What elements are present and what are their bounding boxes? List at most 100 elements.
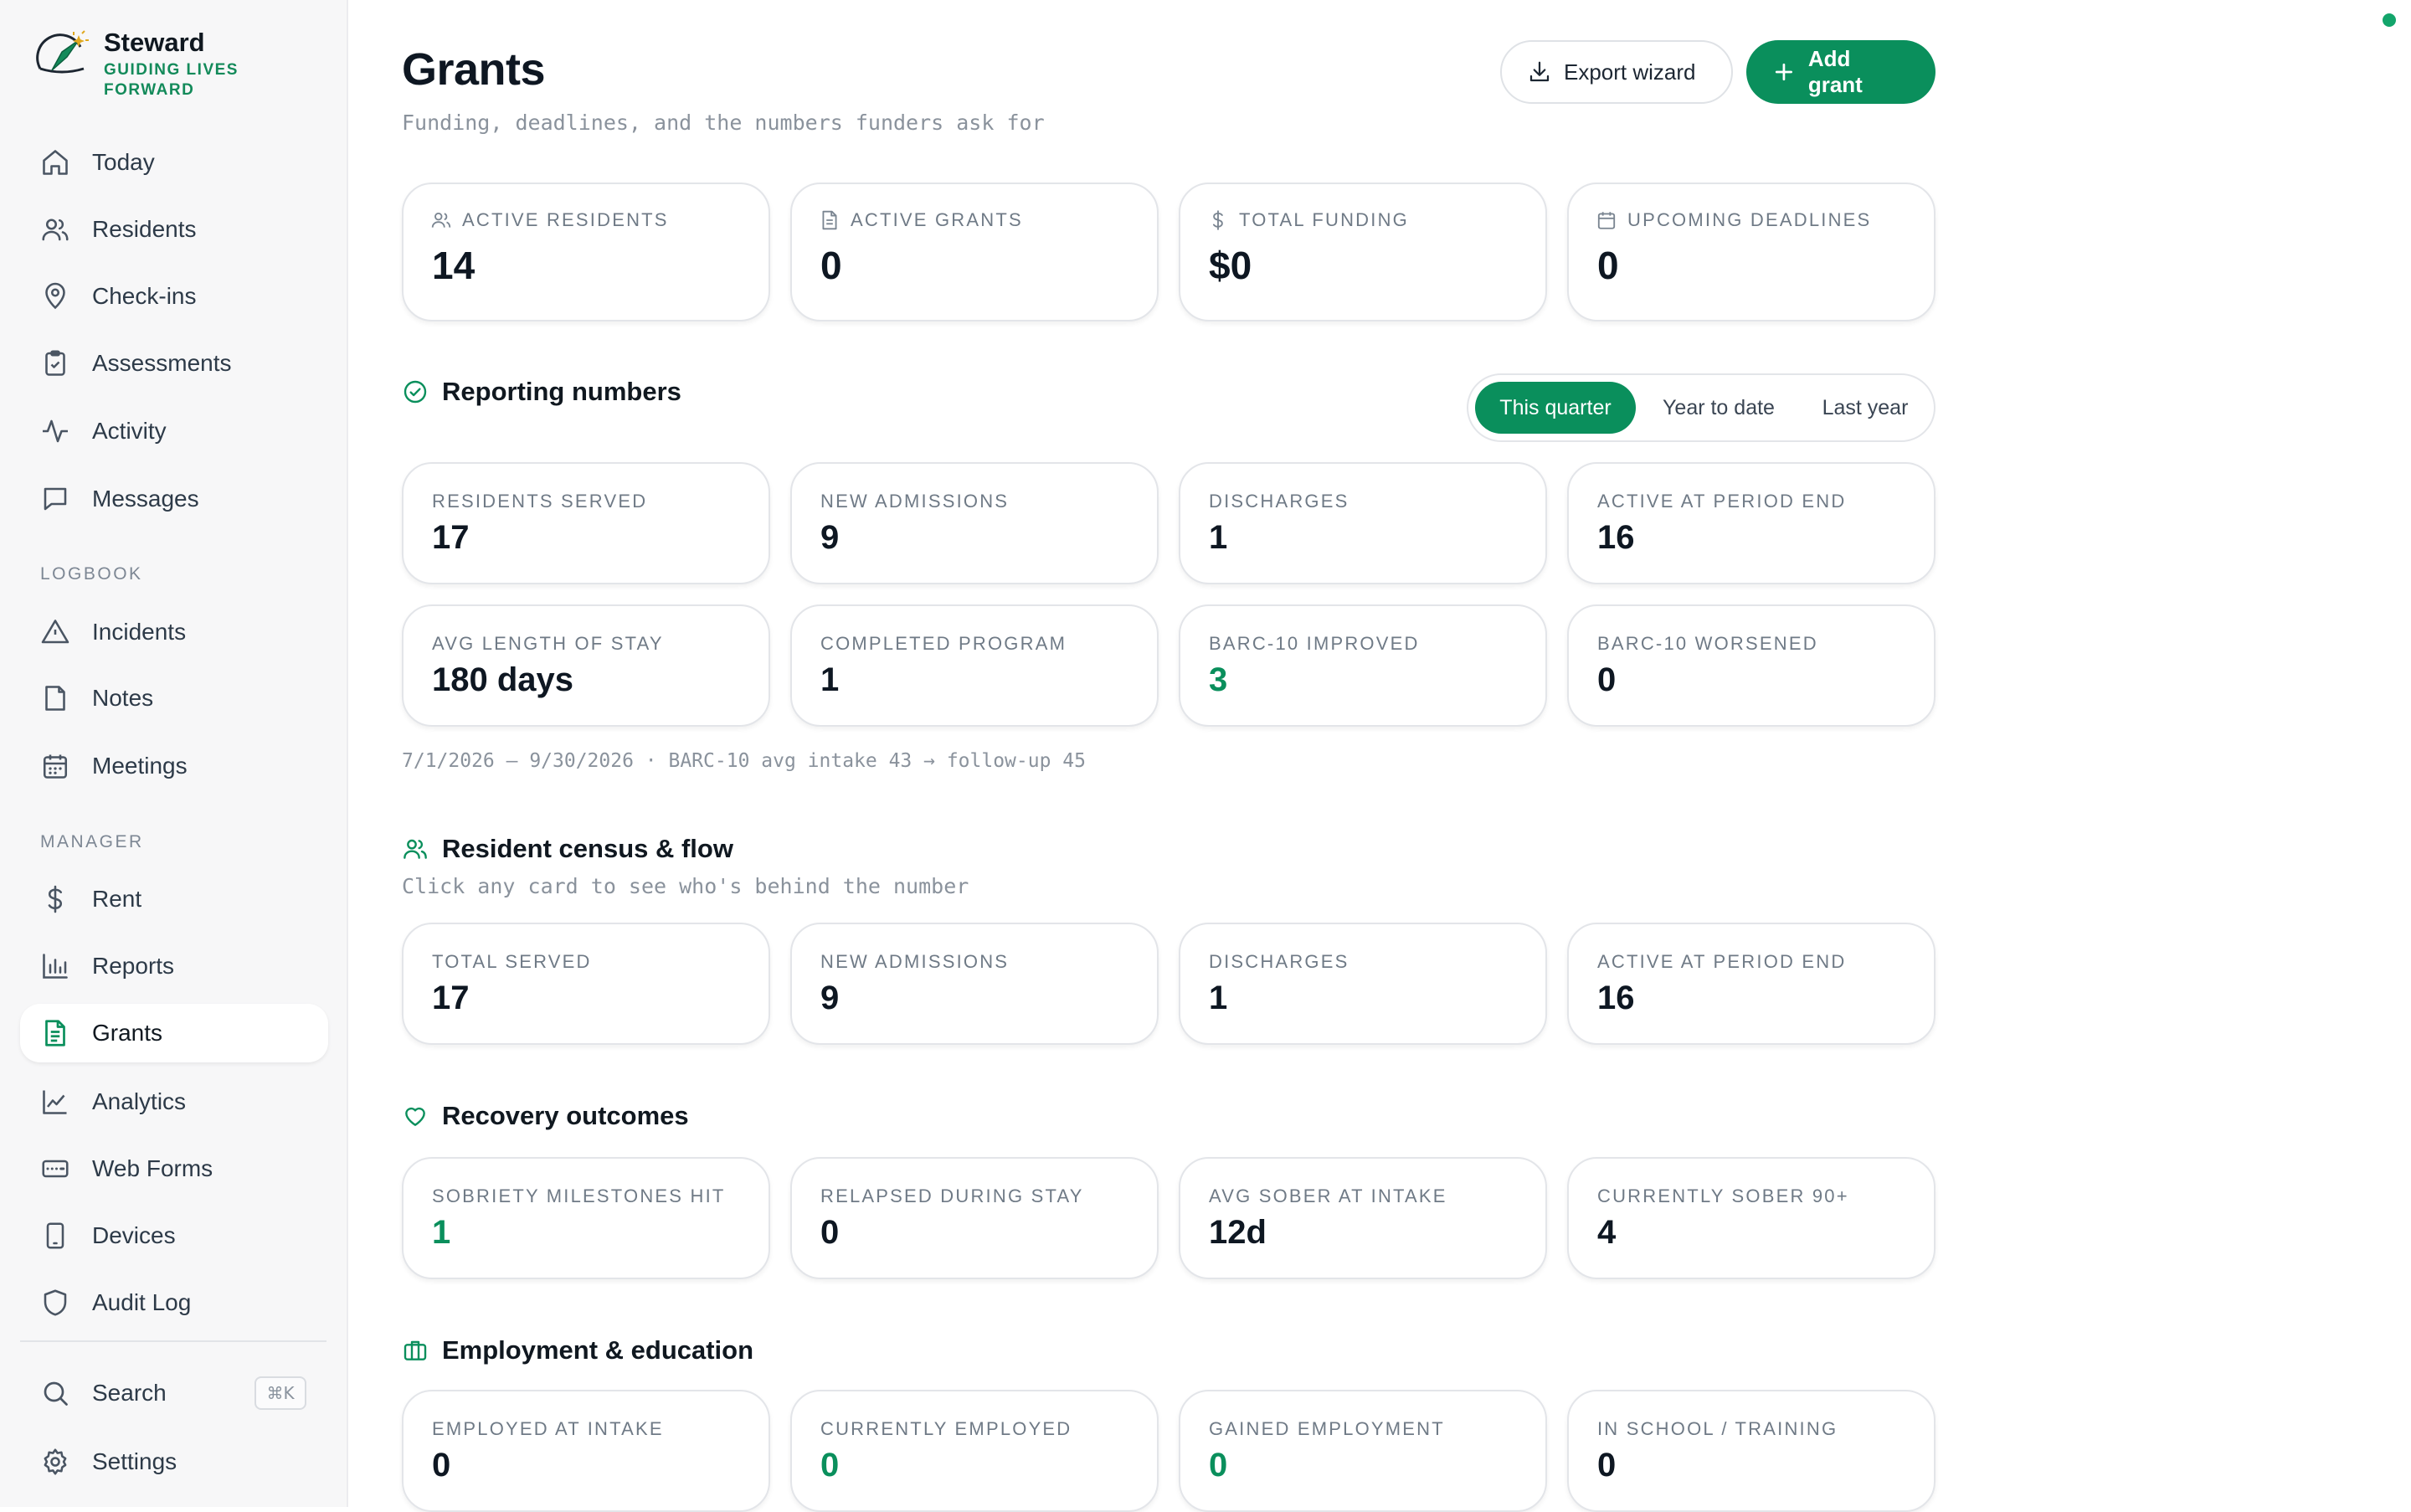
metric-card-new-admissions[interactable]: NEW ADMISSIONS 9 — [790, 462, 1159, 584]
employment-card-gained-employment[interactable]: GAINED EMPLOYMENT 0 — [1179, 1390, 1547, 1512]
summary-card-upcoming-deadlines[interactable]: UPCOMING DEADLINES 0 — [1567, 183, 1935, 321]
form-icon — [42, 1160, 69, 1178]
sidebar-item-check-ins[interactable]: Check-ins — [20, 267, 328, 326]
sidebar-item-assessments[interactable]: Assessments — [20, 334, 328, 393]
sidebar-item-audit-log[interactable]: Audit Log — [20, 1273, 328, 1332]
sidebar-item-label: Analytics — [92, 1088, 187, 1114]
employment-card-value: 0 — [1597, 1447, 1617, 1484]
summary-card-value: $0 — [1209, 244, 1252, 287]
map-pin-icon — [45, 282, 65, 310]
metric-card-residents-served[interactable]: RESIDENTS SERVED 17 — [402, 462, 770, 584]
sidebar-item-messages[interactable]: Messages — [20, 470, 328, 528]
sidebar-item-rent[interactable]: Rent — [20, 870, 328, 928]
period-selector: This quarter Year to date Last year — [1467, 373, 1935, 442]
sidebar-item-label: Devices — [92, 1222, 176, 1248]
outcome-card-value: 4 — [1597, 1214, 1617, 1251]
metric-card-discharges[interactable]: DISCHARGES 1 — [1179, 462, 1547, 584]
users-icon — [431, 212, 451, 228]
dollar-icon — [48, 885, 63, 913]
export-wizard-button[interactable]: Export wizard — [1500, 40, 1733, 104]
employment-section-header: Employment & education — [402, 1335, 753, 1365]
gear-icon — [44, 1448, 67, 1475]
users-icon — [404, 839, 427, 859]
employment-card-employed-at-intake[interactable]: EMPLOYED AT INTAKE 0 — [402, 1390, 770, 1512]
summary-card-total-funding[interactable]: TOTAL FUNDING $0 — [1179, 183, 1547, 321]
census-section-subtitle: Click any card to see who's behind the n… — [402, 874, 969, 898]
online-status-indicator — [2383, 13, 2396, 27]
period-year-to-date[interactable]: Year to date — [1641, 382, 1797, 434]
census-card-label: DISCHARGES — [1209, 951, 1349, 972]
outcome-card-value: 0 — [820, 1214, 840, 1251]
sidebar-item-label: Audit Log — [92, 1289, 192, 1315]
line-chart-icon — [43, 1090, 67, 1114]
metric-card-value: 180 days — [432, 661, 574, 698]
employment-card-label: EMPLOYED AT INTAKE — [432, 1418, 664, 1439]
outcome-card-avg-sober-at-intake[interactable]: AVG SOBER AT INTAKE 12d — [1179, 1157, 1547, 1279]
summary-card-label-row: UPCOMING DEADLINES — [1596, 209, 1871, 231]
census-card-total-served[interactable]: TOTAL SERVED 17 — [402, 923, 770, 1045]
census-section-title: Resident census & flow — [442, 834, 733, 863]
device-icon — [46, 1222, 64, 1249]
employment-card-in-school-training[interactable]: IN SCHOOL / TRAINING 0 — [1567, 1390, 1935, 1512]
reporting-section-title: Reporting numbers — [442, 377, 681, 406]
period-last-year[interactable]: Last year — [1800, 382, 1930, 434]
census-card-discharges[interactable]: DISCHARGES 1 — [1179, 923, 1547, 1045]
census-card-new-admissions[interactable]: NEW ADMISSIONS 9 — [790, 923, 1159, 1045]
metric-card-active-at-period-end[interactable]: ACTIVE AT PERIOD END 16 — [1567, 462, 1935, 584]
sidebar-item-search[interactable]: Search ⌘K — [20, 1364, 328, 1422]
reporting-period-note: 7/1/2026 – 9/30/2026 · BARC-10 avg intak… — [402, 750, 1086, 772]
metric-card-avg-length-of-stay[interactable]: AVG LENGTH OF STAY 180 days — [402, 604, 770, 727]
outcome-card-relapsed-during-stay[interactable]: RELAPSED DURING STAY 0 — [790, 1157, 1159, 1279]
calendar-icon — [1597, 212, 1616, 229]
sidebar-item-meetings[interactable]: Meetings — [20, 737, 328, 795]
note-icon — [45, 686, 65, 711]
summary-card-value: 14 — [432, 244, 476, 287]
brand[interactable]: Steward GUIDING LIVES FORWARD — [33, 27, 263, 100]
metric-card-label: DISCHARGES — [1209, 491, 1349, 512]
metric-card-value: 16 — [1597, 519, 1635, 556]
sidebar-item-activity[interactable]: Activity — [20, 402, 328, 460]
period-this-quarter[interactable]: This quarter — [1475, 382, 1636, 434]
heart-icon — [405, 1107, 425, 1126]
outcome-card-currently-sober-90[interactable]: CURRENTLY SOBER 90+ 4 — [1567, 1157, 1935, 1279]
shield-icon — [44, 1289, 67, 1316]
dollar-icon — [1212, 210, 1223, 230]
sidebar-item-label: Rent — [92, 886, 142, 912]
census-card-active-at-period-end[interactable]: ACTIVE AT PERIOD END 16 — [1567, 923, 1935, 1045]
metric-card-completed-program[interactable]: COMPLETED PROGRAM 1 — [790, 604, 1159, 727]
metric-card-value: 1 — [820, 661, 840, 698]
sidebar-item-settings[interactable]: Settings — [20, 1432, 328, 1491]
summary-card-active-grants[interactable]: ACTIVE GRANTS 0 — [790, 183, 1159, 321]
outcome-card-sobriety-milestones[interactable]: SOBRIETY MILESTONES HIT 1 — [402, 1157, 770, 1279]
metric-card-barc10-improved[interactable]: BARC-10 IMPROVED 3 — [1179, 604, 1547, 727]
sidebar-item-today[interactable]: Today — [20, 133, 328, 192]
employment-card-value: 0 — [1209, 1447, 1228, 1484]
employment-section-title: Employment & education — [442, 1335, 754, 1365]
home-icon — [43, 150, 68, 175]
add-grant-label: Add grant — [1807, 46, 1863, 97]
metric-card-label: RESIDENTS SERVED — [432, 491, 648, 512]
summary-card-active-residents[interactable]: ACTIVE RESIDENTS 14 — [402, 183, 770, 321]
alert-triangle-icon — [41, 620, 69, 644]
metric-card-barc10-worsened[interactable]: BARC-10 WORSENED 0 — [1567, 604, 1935, 727]
metric-card-label: BARC-10 IMPROVED — [1209, 633, 1420, 654]
clipboard-check-icon — [45, 350, 65, 376]
add-grant-button[interactable]: Add grant — [1746, 40, 1935, 104]
employment-card-currently-employed[interactable]: CURRENTLY EMPLOYED 0 — [790, 1390, 1159, 1512]
sidebar-item-label: Notes — [92, 685, 154, 711]
sidebar-item-incidents[interactable]: Incidents — [20, 603, 328, 661]
bar-chart-icon — [43, 954, 68, 979]
sidebar-item-web-forms[interactable]: Web Forms — [20, 1139, 328, 1198]
outcome-card-value: 12d — [1209, 1214, 1267, 1251]
sidebar-item-reports[interactable]: Reports — [20, 937, 328, 995]
sidebar-item-grants[interactable]: Grants — [20, 1004, 328, 1062]
sidebar-item-devices[interactable]: Devices — [20, 1206, 328, 1265]
sidebar-item-notes[interactable]: Notes — [20, 669, 328, 728]
metric-card-value: 9 — [820, 519, 840, 556]
sidebar-item-residents[interactable]: Residents — [20, 200, 328, 259]
sidebar-item-label: Reports — [92, 953, 175, 979]
sidebar-item-analytics[interactable]: Analytics — [20, 1072, 328, 1131]
brand-tagline: GUIDING LIVES FORWARD — [104, 61, 239, 99]
metric-card-label: COMPLETED PROGRAM — [820, 633, 1067, 654]
outcome-card-label: RELAPSED DURING STAY — [820, 1185, 1084, 1206]
